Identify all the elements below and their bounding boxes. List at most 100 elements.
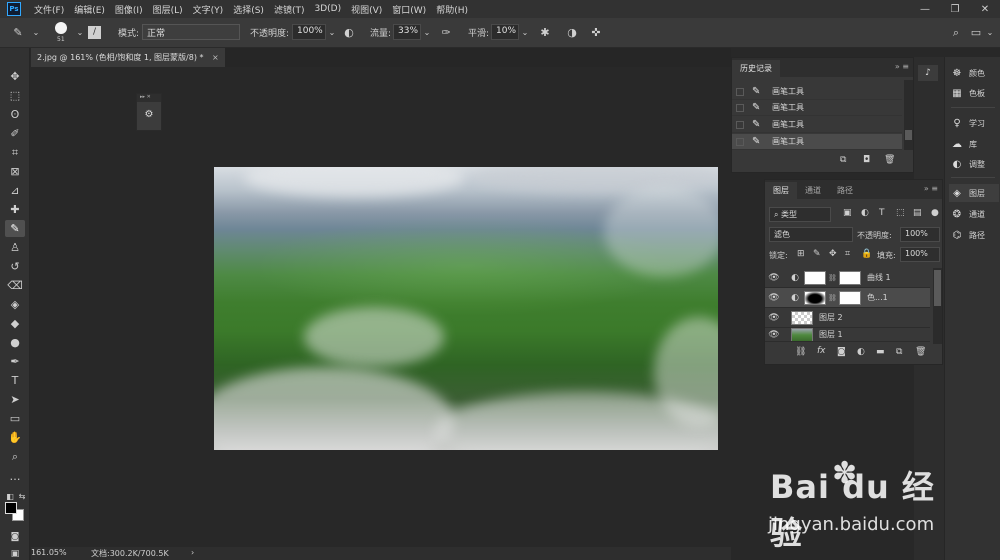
- brush-settings-icon[interactable]: /: [88, 26, 101, 39]
- minimize-button[interactable]: —: [910, 0, 940, 18]
- search-icon[interactable]: ⌕: [948, 25, 964, 41]
- pressure-size-icon[interactable]: ◑: [564, 25, 580, 41]
- gear-icon[interactable]: ✱: [537, 25, 553, 41]
- quick-select-tool-icon[interactable]: ✐: [5, 125, 25, 142]
- flow-input[interactable]: 33%: [393, 24, 421, 40]
- new-document-from-state-icon[interactable]: ⧉: [840, 155, 846, 165]
- brush-preview-icon[interactable]: [55, 22, 67, 34]
- tool-preset-chevron-icon[interactable]: ⌄: [28, 25, 44, 41]
- status-menu-arrow-icon[interactable]: ›: [191, 548, 194, 557]
- fill-input[interactable]: 100%: [900, 247, 940, 262]
- visibility-eye-icon[interactable]: 👁: [765, 273, 783, 283]
- lock-transparent-icon[interactable]: ⊞: [797, 249, 805, 259]
- history-checkbox[interactable]: [736, 103, 744, 112]
- visibility-eye-icon[interactable]: 👁: [765, 293, 783, 303]
- adjustments-panel-button[interactable]: ◐ 调整: [949, 155, 999, 173]
- layer-row[interactable]: 👁 图层 1: [765, 328, 930, 342]
- visibility-eye-icon[interactable]: 👁: [765, 330, 783, 340]
- rectangle-tool-icon[interactable]: ▭: [5, 410, 25, 427]
- menu-3d[interactable]: 3D(D): [309, 4, 346, 14]
- lock-all-icon[interactable]: 🔒: [861, 249, 872, 259]
- healing-brush-tool-icon[interactable]: ✚: [5, 201, 25, 218]
- dodge-tool-icon[interactable]: ●: [5, 334, 25, 351]
- tab-paths[interactable]: 路径: [829, 182, 861, 199]
- brush-tool-icon[interactable]: ✎: [5, 220, 25, 237]
- new-adjustment-icon[interactable]: ◐: [857, 347, 865, 357]
- lock-image-icon[interactable]: ✎: [813, 249, 821, 259]
- restore-button[interactable]: ❐: [940, 0, 970, 18]
- link-layers-icon[interactable]: ⛓: [795, 347, 806, 357]
- scrollbar-thumb[interactable]: [934, 270, 941, 306]
- swatches-panel-button[interactable]: ▦ 色板: [949, 84, 999, 102]
- crop-tool-icon[interactable]: ⌗: [5, 144, 25, 161]
- history-checkbox[interactable]: [736, 137, 744, 146]
- link-chain-icon[interactable]: ⛓: [828, 274, 837, 282]
- more-tools-icon[interactable]: …: [5, 468, 25, 485]
- layer-filter-select[interactable]: ⌕ 类型: [769, 207, 831, 222]
- document-tab[interactable]: 2.jpg @ 161% (色相/饱和度 1, 图层蒙版/8) * ×: [31, 48, 225, 67]
- opacity-input[interactable]: 100%: [292, 24, 326, 40]
- lock-artboard-icon[interactable]: ⌗: [845, 249, 850, 259]
- menu-select[interactable]: 选择(S): [228, 3, 269, 16]
- properties-icon[interactable]: ⚙: [137, 102, 161, 128]
- channels-panel-button[interactable]: ❂ 通道: [949, 205, 999, 223]
- close-button[interactable]: ✕: [970, 0, 1000, 18]
- symmetry-butterfly-icon[interactable]: ✜: [588, 25, 604, 41]
- layers-panel-button[interactable]: ◈ 图层: [949, 184, 999, 202]
- blend-mode-select[interactable]: 滤色: [769, 227, 853, 242]
- tab-layers[interactable]: 图层: [765, 182, 797, 199]
- color-panel-button[interactable]: ☸ 颜色: [949, 64, 999, 82]
- layer-opacity-input[interactable]: 100%: [900, 227, 940, 242]
- mini-panel-header[interactable]: ▸▸ ✕: [137, 94, 161, 102]
- layer-row[interactable]: 👁 ◐ ⛓ 色...1: [765, 288, 930, 308]
- add-mask-icon[interactable]: ◙: [837, 347, 846, 357]
- layer-mask-thumbnail[interactable]: [804, 290, 826, 305]
- layers-scrollbar[interactable]: [933, 268, 942, 344]
- menu-filter[interactable]: 滤镜(T): [269, 3, 310, 16]
- close-icon[interactable]: ×: [212, 53, 219, 62]
- smoothing-chevron-icon[interactable]: ⌄: [517, 25, 533, 41]
- type-tool-icon[interactable]: T: [5, 372, 25, 389]
- filter-toggle-icon[interactable]: ●: [931, 208, 939, 218]
- layer-mask-thumbnail[interactable]: [839, 270, 861, 285]
- clone-stamp-tool-icon[interactable]: ♙: [5, 239, 25, 256]
- filter-type-icon[interactable]: T: [879, 208, 885, 218]
- flow-chevron-icon[interactable]: ⌄: [419, 25, 435, 41]
- tab-channels[interactable]: 通道: [797, 182, 829, 199]
- menu-view[interactable]: 视图(V): [346, 3, 387, 16]
- menu-edit[interactable]: 编辑(E): [69, 3, 110, 16]
- lasso-tool-icon[interactable]: ʘ: [5, 106, 25, 123]
- panel-menu-icon[interactable]: » ≡: [924, 184, 938, 193]
- tab-history[interactable]: 历史记录: [732, 60, 780, 77]
- move-tool-icon[interactable]: ✥: [5, 68, 25, 85]
- learn-panel-button[interactable]: ♀ 学习: [949, 114, 999, 132]
- menu-window[interactable]: 窗口(W): [387, 3, 431, 16]
- brush-preset-chevron-icon[interactable]: ⌄: [72, 25, 88, 41]
- link-chain-icon[interactable]: ⛓: [828, 294, 837, 302]
- new-group-folder-icon[interactable]: ▬: [876, 347, 885, 357]
- menu-file[interactable]: 文件(F): [29, 3, 69, 16]
- menu-help[interactable]: 帮助(H): [431, 3, 473, 16]
- opacity-chevron-icon[interactable]: ⌄: [324, 25, 340, 41]
- history-checkbox[interactable]: [736, 120, 744, 129]
- blur-tool-icon[interactable]: ◆: [5, 315, 25, 332]
- history-item[interactable]: ✎ 画笔工具: [732, 84, 902, 100]
- filter-shape-icon[interactable]: ⬚: [896, 208, 905, 218]
- history-scrollbar[interactable]: [904, 80, 913, 150]
- menu-layer[interactable]: 图层(L): [148, 3, 188, 16]
- visibility-eye-icon[interactable]: 👁: [765, 313, 783, 323]
- panel-menu-icon[interactable]: » ≡: [895, 62, 909, 71]
- filter-adjustment-icon[interactable]: ◐: [861, 208, 869, 218]
- zoom-level[interactable]: 161.05%: [31, 548, 67, 557]
- new-layer-icon[interactable]: ⧉: [896, 347, 902, 357]
- paint-bucket-tool-icon[interactable]: ◈: [5, 296, 25, 313]
- history-item[interactable]: ✎ 画笔工具: [732, 134, 902, 150]
- path-select-tool-icon[interactable]: ➤: [5, 391, 25, 408]
- paths-panel-button[interactable]: ⌬ 路径: [949, 226, 999, 244]
- marquee-tool-icon[interactable]: ⬚: [5, 87, 25, 104]
- pen-tool-icon[interactable]: ✒: [5, 353, 25, 370]
- libraries-panel-button[interactable]: ☁ 库: [949, 135, 999, 153]
- history-brush-tool-icon[interactable]: ↺: [5, 258, 25, 275]
- brush-settings-panel-icon[interactable]: ♪: [918, 65, 938, 81]
- brush-tool-icon[interactable]: ✎: [10, 25, 26, 41]
